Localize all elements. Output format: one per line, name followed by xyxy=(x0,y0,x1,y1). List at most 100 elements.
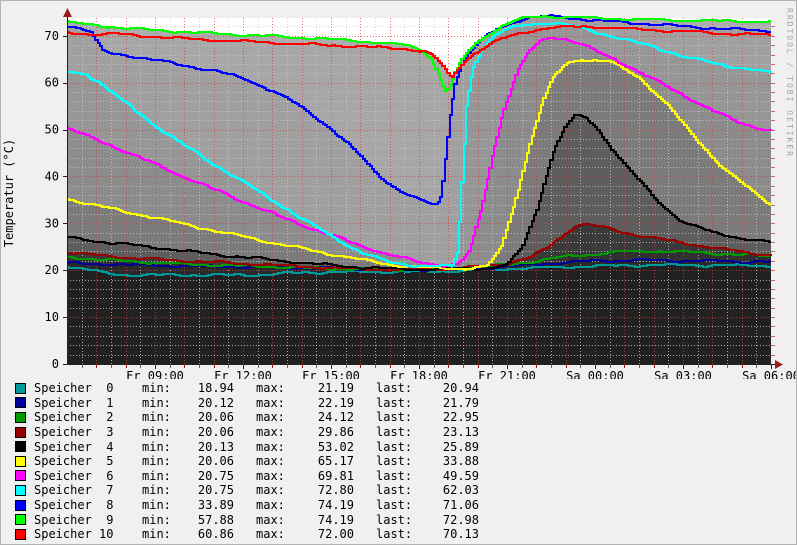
y-tick-label: 0 xyxy=(52,357,59,371)
legend-max-value: 22.19 xyxy=(298,396,354,410)
y-axis-title: Temperatur (°C) xyxy=(2,139,16,247)
legend-min-value: 20.06 xyxy=(184,454,234,468)
legend-color-swatch xyxy=(15,456,26,467)
legend-last-label: last: xyxy=(376,440,426,454)
y-tick-label: 70 xyxy=(45,29,59,43)
x-tick-label: Fr 12:00 xyxy=(214,369,272,379)
legend-max-label: max: xyxy=(256,513,298,527)
legend-last-value: 25.89 xyxy=(426,440,479,454)
x-tick-label: Sa 00:00 xyxy=(566,369,624,379)
legend-color-swatch xyxy=(15,441,26,452)
legend-min-value: 18.94 xyxy=(184,381,234,395)
y-tick-label: 60 xyxy=(45,76,59,90)
legend-color-swatch xyxy=(15,514,26,525)
legend-series-name: Speicher 3 xyxy=(34,425,142,439)
legend-min-label: min: xyxy=(142,396,184,410)
legend-series-name: Speicher 5 xyxy=(34,454,142,468)
y-tick-label: 10 xyxy=(45,310,59,324)
legend-series-name: Speicher 7 xyxy=(34,483,142,497)
legend-row-speicher-6: Speicher 6min:20.75max:69.81last:49.59 xyxy=(1,469,796,484)
legend-min-label: min: xyxy=(142,527,184,541)
legend-max-value: 69.81 xyxy=(298,469,354,483)
legend-max-value: 74.19 xyxy=(298,513,354,527)
legend-last-value: 49.59 xyxy=(426,469,479,483)
legend-min-value: 20.12 xyxy=(184,396,234,410)
temperature-chart: 010203040506070Fr 09:00Fr 12:00Fr 15:00F… xyxy=(1,1,796,379)
x-tick-label: Fr 21:00 xyxy=(478,369,536,379)
legend-min-label: min: xyxy=(142,425,184,439)
x-tick-label: Sa 03:00 xyxy=(654,369,712,379)
legend-row-speicher-9: Speicher 9min:57.88 max:74.19 last:72.98 xyxy=(1,512,796,527)
legend-series-name: Speicher 10 xyxy=(34,527,142,541)
legend-max-value: 72.80 xyxy=(298,483,354,497)
legend-last-label: last: xyxy=(376,483,426,497)
legend-row-speicher-2: Speicher 2min:20.06max:24.12last:22.95 xyxy=(1,410,796,425)
legend-row-speicher-4: Speicher 4min:20.13max:53.02last:25.89 xyxy=(1,439,796,454)
legend-last-value: 70.13 xyxy=(426,527,479,541)
legend-min-value: 60.86 xyxy=(184,527,234,541)
legend-series-name: Speicher 2 xyxy=(34,410,142,424)
legend-last-value: 23.13 xyxy=(426,425,479,439)
legend-min-value: 20.06 xyxy=(184,425,234,439)
legend-max-value: 72.00 xyxy=(298,527,354,541)
legend-last-label: last: xyxy=(376,469,426,483)
legend-max-value: 53.02 xyxy=(298,440,354,454)
legend-last-value: 20.94 xyxy=(426,381,479,395)
legend-row-speicher-10: Speicher 10min:60.86 max:72.00 last:70.13 xyxy=(1,527,796,542)
legend-max-value: 29.86 xyxy=(298,425,354,439)
legend-series-name: Speicher 0 xyxy=(34,381,142,395)
legend-row-speicher-5: Speicher 5min:20.06max:65.17last:33.88 xyxy=(1,454,796,469)
legend-max-label: max: xyxy=(256,440,298,454)
legend-series-name: Speicher 6 xyxy=(34,469,142,483)
legend-max-value: 74.19 xyxy=(298,498,354,512)
legend-color-swatch xyxy=(15,427,26,438)
legend-last-value: 72.98 xyxy=(426,513,479,527)
x-tick-label: Fr 15:00 xyxy=(302,369,360,379)
legend-min-value: 20.06 xyxy=(184,410,234,424)
legend-min-label: min: xyxy=(142,440,184,454)
legend-color-swatch xyxy=(15,529,26,540)
legend-last-value: 71.06 xyxy=(426,498,479,512)
legend-max-value: 65.17 xyxy=(298,454,354,468)
legend-row-speicher-0: Speicher 0min:18.94max:21.19last:20.94 xyxy=(1,381,796,396)
y-tick-label: 50 xyxy=(45,123,59,137)
legend-last-label: last: xyxy=(376,381,426,395)
legend-color-swatch xyxy=(15,485,26,496)
legend-last-value: 33.88 xyxy=(426,454,479,468)
legend-min-label: min: xyxy=(142,469,184,483)
legend: Speicher 0min:18.94max:21.19last:20.94Sp… xyxy=(1,381,796,542)
legend-min-value: 20.75 xyxy=(184,483,234,497)
legend-last-label: last: xyxy=(376,396,426,410)
legend-color-swatch xyxy=(15,383,26,394)
legend-min-value: 20.75 xyxy=(184,469,234,483)
legend-max-label: max: xyxy=(256,527,298,541)
legend-series-name: Speicher 8 xyxy=(34,498,142,512)
x-tick-label: Fr 18:00 xyxy=(390,369,448,379)
rrdtool-watermark: RRDTOOL / TOBI OETIKER xyxy=(785,8,794,158)
legend-min-label: min: xyxy=(142,513,184,527)
legend-max-label: max: xyxy=(256,381,298,395)
y-tick-label: 30 xyxy=(45,216,59,230)
legend-min-value: 57.88 xyxy=(184,513,234,527)
y-tick-label: 20 xyxy=(45,263,59,277)
legend-max-value: 21.19 xyxy=(298,381,354,395)
legend-color-swatch xyxy=(15,412,26,423)
legend-min-label: min: xyxy=(142,498,184,512)
legend-last-label: last: xyxy=(376,527,426,541)
legend-row-speicher-3: Speicher 3min:20.06max:29.86last:23.13 xyxy=(1,425,796,440)
legend-max-label: max: xyxy=(256,396,298,410)
legend-series-name: Speicher 9 xyxy=(34,513,142,527)
legend-series-name: Speicher 1 xyxy=(34,396,142,410)
legend-last-label: last: xyxy=(376,513,426,527)
y-tick-label: 40 xyxy=(45,169,59,183)
legend-row-speicher-8: Speicher 8min:33.89max:74.19last:71.06 xyxy=(1,498,796,513)
legend-row-speicher-7: Speicher 7min:20.75max:72.80last:62.03 xyxy=(1,483,796,498)
legend-color-swatch xyxy=(15,397,26,408)
rrd-graph-panel: 010203040506070Fr 09:00Fr 12:00Fr 15:00F… xyxy=(0,0,797,545)
legend-min-label: min: xyxy=(142,410,184,424)
legend-min-label: min: xyxy=(142,454,184,468)
legend-last-value: 21.79 xyxy=(426,396,479,410)
legend-min-value: 33.89 xyxy=(184,498,234,512)
legend-last-label: last: xyxy=(376,454,426,468)
legend-max-label: max: xyxy=(256,483,298,497)
